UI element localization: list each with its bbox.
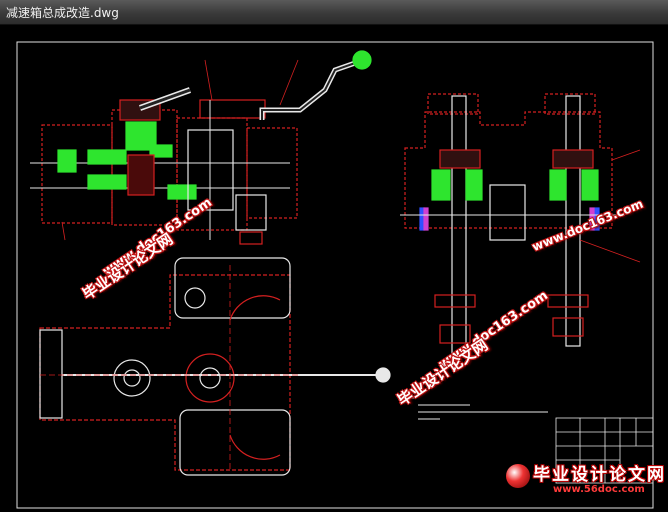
window-titlebar: 减速箱总成改造.dwg <box>0 0 668 25</box>
site-logo: 毕业设计论文网 www.56doc.com <box>498 458 668 512</box>
cad-drawing-canvas[interactable]: www.doc163.com 毕业设计论文网 www.doc163.com 毕业… <box>0 25 668 512</box>
window-title: 减速箱总成改造.dwg <box>6 6 119 20</box>
logo-url: www.56doc.com <box>553 484 645 495</box>
technical-notes <box>408 397 548 420</box>
logo-ball-icon <box>506 464 530 488</box>
logo-text: 毕业设计论文网 <box>533 465 666 485</box>
